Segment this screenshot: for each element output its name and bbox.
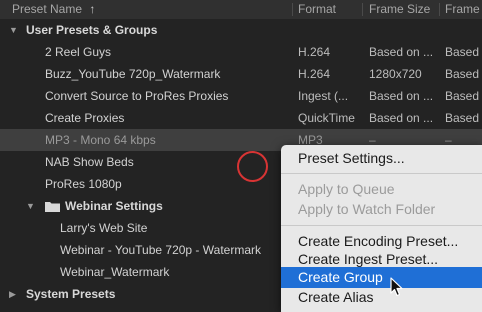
preset-name: Larry's Web Site: [60, 221, 148, 235]
preset-format: QuickTime: [298, 111, 355, 125]
preset-name: MP3 - Mono 64 kbps: [45, 133, 156, 147]
preset-name: NAB Show Beds: [45, 155, 134, 169]
preset-frame-size: Based on ...: [369, 89, 434, 103]
column-header-bar: Preset Name ↑ Format Frame Size Frame: [0, 0, 482, 20]
preset-frame-rate: Based o: [445, 111, 482, 125]
column-preset-name[interactable]: Preset Name ↑: [12, 0, 292, 19]
menu-item-create-group[interactable]: Create Group: [281, 267, 482, 288]
menu-item-apply-to-queue: Apply to Queue: [298, 181, 395, 197]
column-preset-name-label: Preset Name: [12, 2, 83, 16]
preset-frame-size: Based on ...: [369, 45, 434, 59]
menu-item-preset-settings[interactable]: Preset Settings...: [281, 148, 482, 169]
preset-frame-rate: Based o: [445, 45, 482, 59]
preset-row[interactable]: Create Proxies QuickTime Based on ... Ba…: [0, 107, 482, 129]
sort-ascending-icon: ↑: [89, 2, 96, 16]
preset-row[interactable]: 2 Reel Guys H.264 Based on ... Based o: [0, 41, 482, 63]
group-row-user-presets[interactable]: ▼ User Presets & Groups: [0, 19, 482, 41]
menu-separator: [281, 225, 482, 226]
column-frame-size[interactable]: Frame Size: [369, 0, 437, 19]
preset-name: 2 Reel Guys: [45, 45, 112, 59]
preset-name: Webinar_Watermark: [60, 265, 170, 279]
disclosure-expanded-icon[interactable]: ▼: [26, 195, 35, 217]
preset-name: Webinar - YouTube 720p - Watermark: [60, 243, 261, 257]
menu-separator: [281, 173, 482, 174]
preset-name: Convert Source to ProRes Proxies: [45, 89, 229, 103]
disclosure-collapsed-icon[interactable]: ▶: [9, 283, 16, 305]
click-indicator-ring: [237, 151, 268, 182]
preset-name: Webinar Settings: [65, 199, 163, 213]
preset-row[interactable]: Convert Source to ProRes Proxies Ingest …: [0, 85, 482, 107]
menu-item-apply-to-watch-folder: Apply to Watch Folder: [298, 201, 436, 217]
preset-frame-size: 1280x720: [369, 67, 422, 81]
preset-name: ProRes 1080p: [45, 177, 122, 191]
preset-row[interactable]: Buzz_YouTube 720p_Watermark H.264 1280x7…: [0, 63, 482, 85]
preset-format: H.264: [298, 67, 331, 81]
preset-name: User Presets & Groups: [26, 23, 158, 37]
disclosure-expanded-icon[interactable]: ▼: [9, 19, 18, 41]
menu-item-create-alias[interactable]: Create Alias: [281, 287, 482, 308]
mouse-pointer-icon: [390, 277, 403, 297]
preset-frame-rate: Based o: [445, 67, 482, 81]
preset-name: Buzz_YouTube 720p_Watermark: [45, 67, 221, 81]
context-menu: Preset Settings... Apply to Queue Apply …: [281, 145, 482, 312]
preset-name: Create Proxies: [45, 111, 125, 125]
preset-format: Ingest (...: [298, 89, 349, 103]
preset-format: H.264: [298, 45, 331, 59]
column-frame-rate[interactable]: Frame: [445, 0, 482, 19]
preset-frame-rate: Based o: [445, 89, 482, 103]
preset-name: System Presets: [26, 287, 116, 301]
preset-frame-size: Based on ...: [369, 111, 434, 125]
column-format[interactable]: Format: [298, 0, 360, 19]
folder-icon: [45, 202, 60, 212]
